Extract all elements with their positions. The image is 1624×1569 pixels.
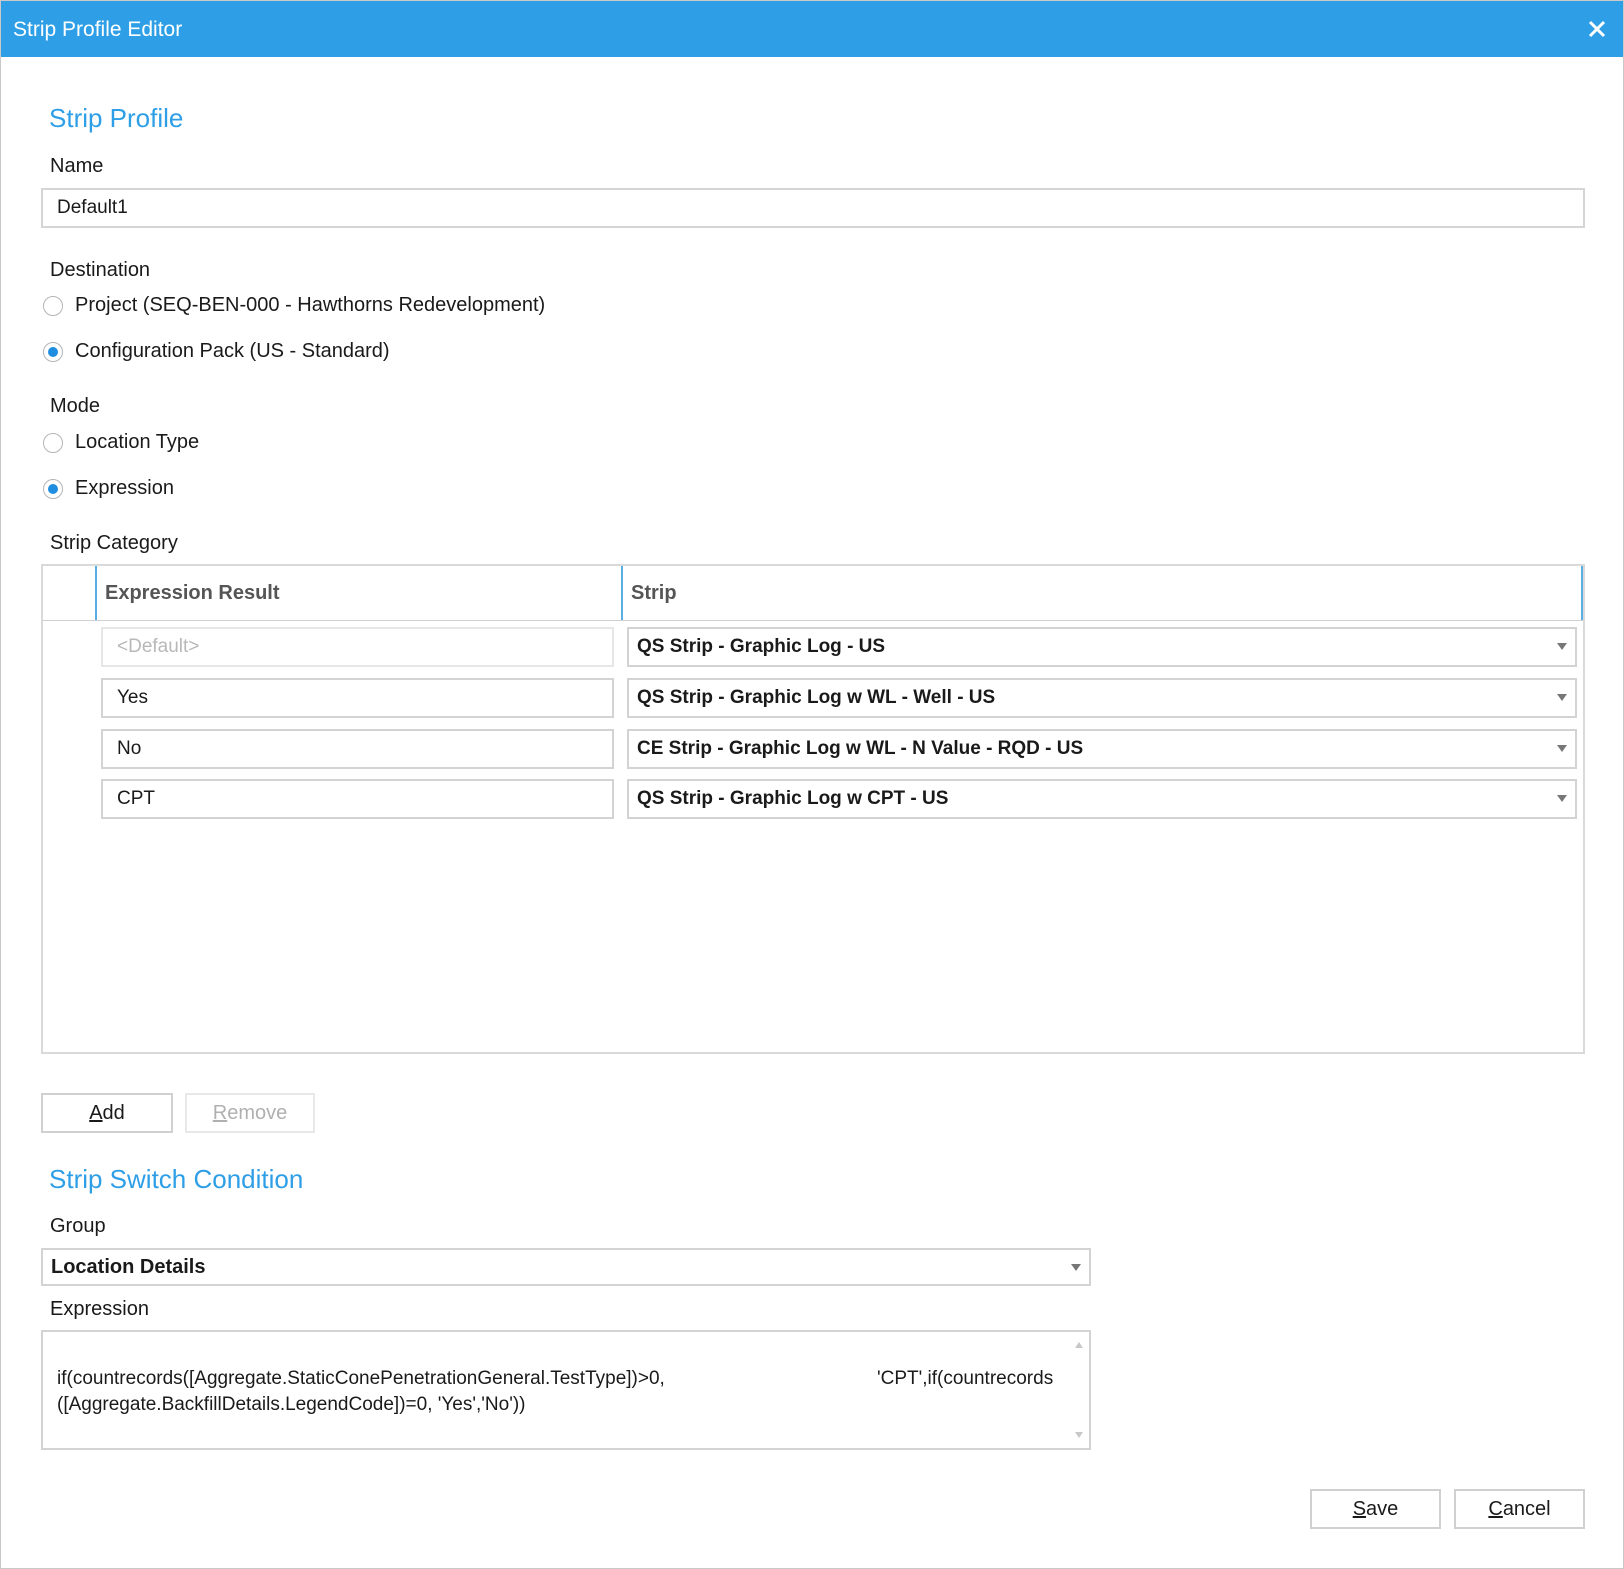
radio-unchecked-icon xyxy=(43,295,63,316)
save-button[interactable]: Save xyxy=(1310,1489,1441,1529)
mode-label: Mode xyxy=(50,395,101,417)
strip-dropdown-value: QS Strip - Graphic Log w CPT - US xyxy=(637,788,949,809)
mode-option-location-type[interactable]: Location Type xyxy=(43,431,199,454)
expression-label: Expression xyxy=(50,1298,149,1320)
close-icon[interactable] xyxy=(1581,13,1613,45)
mode-option-expression[interactable]: Expression xyxy=(43,477,174,500)
remove-button[interactable]: Remove xyxy=(185,1093,315,1133)
scroll-down-icon[interactable] xyxy=(1075,1432,1083,1438)
group-dropdown-value: Location Details xyxy=(51,1255,206,1278)
expression-text-line-1a: if(countrecords([Aggregate.StaticConePen… xyxy=(57,1368,665,1389)
strip-dropdown-value: CE Strip - Graphic Log w WL - N Value - … xyxy=(637,738,1084,759)
expression-result-input[interactable]: No xyxy=(101,729,614,769)
add-mnemonic: A xyxy=(89,1101,103,1124)
column-header-strip[interactable]: Strip xyxy=(621,566,1583,620)
strip-dropdown[interactable]: QS Strip - Graphic Log w WL - Well - US xyxy=(627,678,1577,718)
name-value: Default1 xyxy=(57,197,128,218)
group-label: Group xyxy=(50,1215,106,1237)
group-dropdown[interactable]: Location Details xyxy=(41,1248,1091,1286)
strip-dropdown-value: QS Strip - Graphic Log w WL - Well - US xyxy=(637,687,996,708)
expression-text-line-1b: 'CPT',if(countrecords xyxy=(877,1368,1054,1389)
destination-label: Destination xyxy=(50,259,151,281)
chevron-down-icon xyxy=(1557,795,1567,802)
remove-label-rest: emove xyxy=(227,1101,288,1124)
radio-checked-icon xyxy=(43,478,63,499)
destination-option-label: Project (SEQ-BEN-000 - Hawthorns Redevel… xyxy=(75,294,546,316)
name-input[interactable]: Default1 xyxy=(41,188,1585,228)
radio-checked-icon xyxy=(43,341,63,362)
scroll-up-icon[interactable] xyxy=(1075,1342,1083,1348)
destination-option-project[interactable]: Project (SEQ-BEN-000 - Hawthorns Redevel… xyxy=(43,294,545,317)
mode-option-label: Expression xyxy=(75,477,174,499)
remove-mnemonic: R xyxy=(212,1101,228,1124)
chevron-down-icon xyxy=(1557,694,1567,701)
cancel-label-rest: ancel xyxy=(1502,1497,1551,1520)
strip-switch-condition-heading: Strip Switch Condition xyxy=(49,1164,304,1194)
expression-result-input[interactable]: CPT xyxy=(101,779,614,819)
mode-option-label: Location Type xyxy=(75,431,200,453)
column-header-expression-result[interactable]: Expression Result xyxy=(95,566,621,620)
save-label-rest: ave xyxy=(1366,1497,1399,1520)
strip-profile-editor-window: Strip Profile Editor Strip Profile Name … xyxy=(0,0,1624,1569)
expression-textarea[interactable]: if(countrecords([Aggregate.StaticConePen… xyxy=(41,1330,1091,1450)
strip-dropdown[interactable]: QS Strip - Graphic Log - US xyxy=(627,627,1577,667)
chevron-down-icon xyxy=(1071,1264,1081,1271)
save-mnemonic: S xyxy=(1352,1497,1367,1520)
cancel-mnemonic: C xyxy=(1488,1497,1503,1520)
strip-category-label: Strip Category xyxy=(50,532,178,554)
strip-dropdown-value: QS Strip - Graphic Log - US xyxy=(637,636,886,657)
strip-dropdown[interactable]: CE Strip - Graphic Log w WL - N Value - … xyxy=(627,729,1577,769)
window-title: Strip Profile Editor xyxy=(13,18,183,41)
strip-profile-heading: Strip Profile xyxy=(49,103,184,133)
destination-option-label: Configuration Pack (US - Standard) xyxy=(75,340,390,362)
expression-result-input[interactable]: <Default> xyxy=(101,627,614,667)
add-button[interactable]: Add xyxy=(41,1093,173,1133)
grid-header: Expression Result Strip xyxy=(43,566,1583,621)
name-label: Name xyxy=(50,155,104,177)
chevron-down-icon xyxy=(1557,745,1567,752)
title-bar: Strip Profile Editor xyxy=(1,1,1623,57)
expression-result-input[interactable]: Yes xyxy=(101,678,614,718)
destination-option-config-pack[interactable]: Configuration Pack (US - Standard) xyxy=(43,340,390,363)
strip-category-grid: Expression Result Strip <Default> QS Str… xyxy=(41,564,1585,1054)
add-label-rest: dd xyxy=(102,1101,125,1124)
radio-unchecked-icon xyxy=(43,432,63,453)
chevron-down-icon xyxy=(1557,643,1567,650)
cancel-button[interactable]: Cancel xyxy=(1454,1489,1585,1529)
expression-text-line-2: ([Aggregate.BackfillDetails.LegendCode])… xyxy=(57,1394,526,1415)
strip-dropdown[interactable]: QS Strip - Graphic Log w CPT - US xyxy=(627,779,1577,819)
